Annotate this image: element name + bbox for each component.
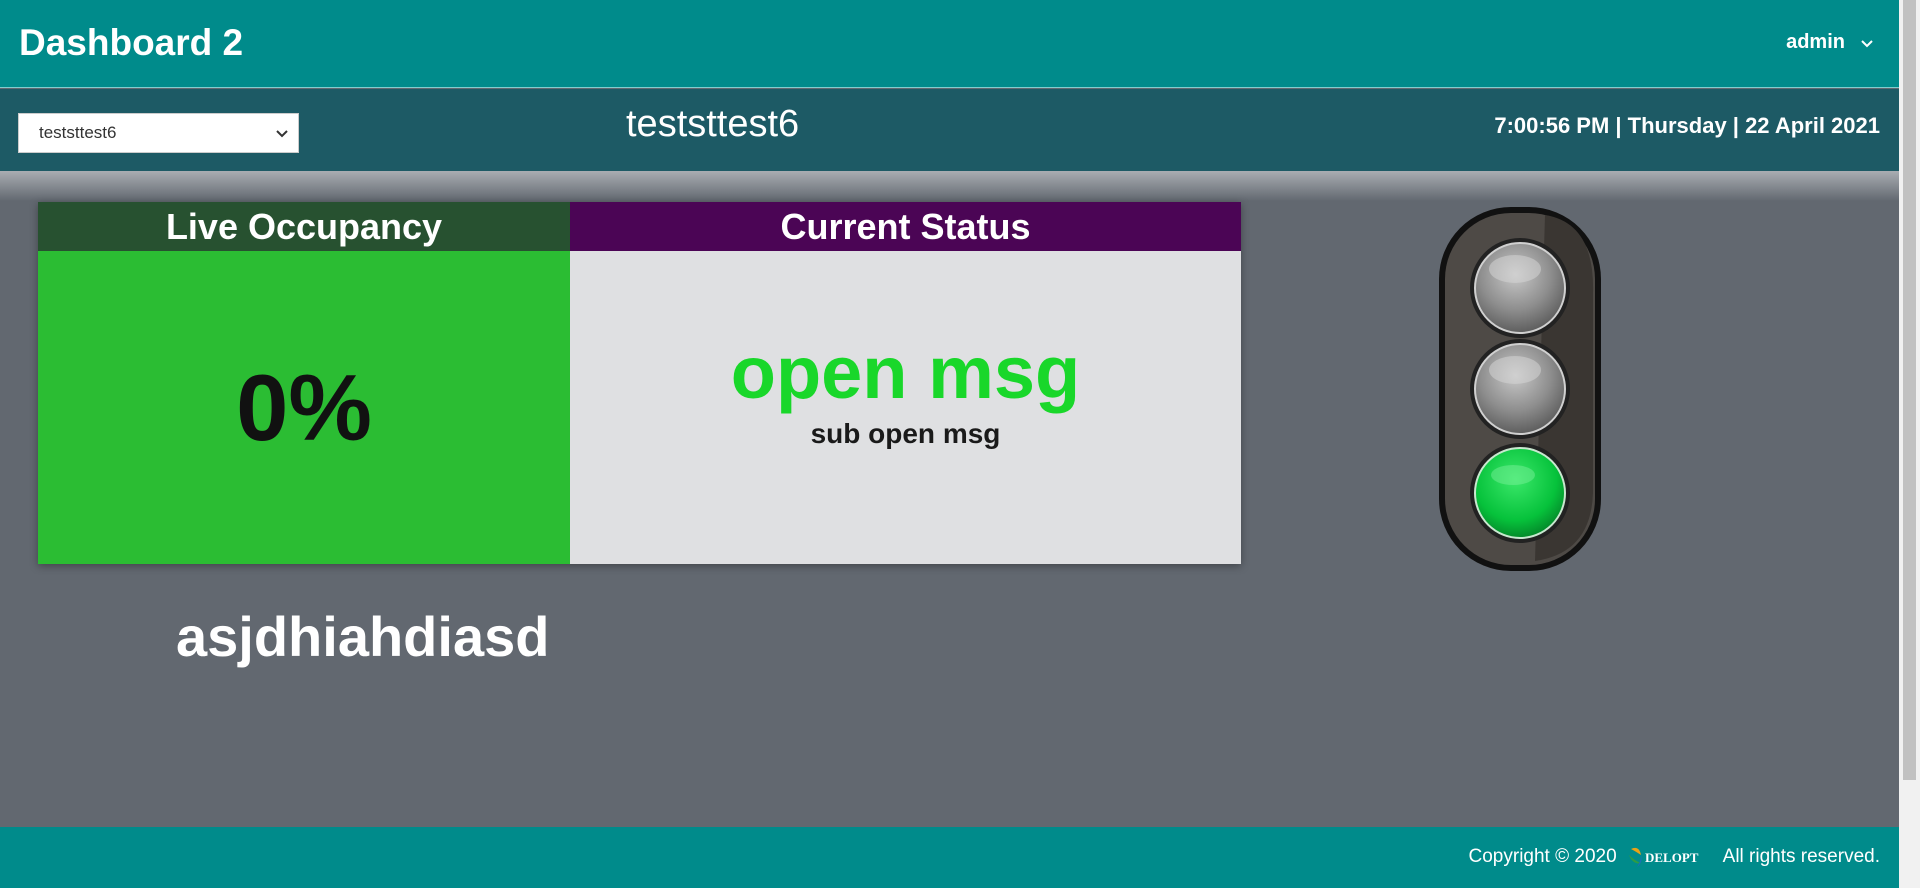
page-title: Dashboard 2	[19, 22, 244, 63]
site-name: teststtest6	[626, 103, 800, 145]
copyright: Copyright © 2020 DELOPT All rights reser…	[1469, 843, 1880, 871]
free-text-message: asjdhiahdiasd	[176, 605, 550, 668]
live-occupancy-body: 0%	[38, 251, 570, 564]
scrollbar-thumb[interactable]	[1903, 0, 1916, 780]
user-menu[interactable]: admin	[1786, 31, 1877, 54]
top-bar: Dashboard 2 admin	[0, 0, 1899, 88]
copyright-text: Copyright © 2020	[1468, 846, 1617, 867]
footer: Copyright © 2020 DELOPT All rights reser…	[0, 827, 1899, 888]
occupancy-value: 0%	[236, 354, 372, 460]
user-name: admin	[1786, 31, 1845, 53]
logo-brand-text: DELOPT	[1645, 850, 1699, 865]
delopt-logo: DELOPT	[1628, 847, 1699, 867]
info-cards: Live Occupancy 0% Current Status open ms…	[38, 202, 1241, 564]
rights-text: All rights reserved.	[1722, 846, 1880, 867]
site-select-value: teststtest6	[39, 123, 117, 142]
current-status-heading: Current Status	[570, 202, 1241, 251]
site-select[interactable]: teststtest6	[18, 113, 299, 153]
chevron-down-icon	[276, 130, 288, 138]
page-scrollbar[interactable]	[1899, 0, 1920, 888]
live-occupancy-heading: Live Occupancy	[38, 202, 570, 251]
status-sub-message: sub open msg	[810, 417, 1001, 449]
traffic-light-icon	[1439, 207, 1601, 571]
current-status-body: open msg sub open msg	[570, 251, 1241, 564]
chevron-down-icon	[1861, 39, 1873, 47]
header-shadow	[0, 171, 1899, 201]
live-occupancy-card: Live Occupancy 0%	[38, 202, 570, 564]
status-message: open msg	[730, 330, 1081, 414]
sub-header: teststtest6 teststtest6 7:00:56 PM | Thu…	[0, 89, 1899, 171]
datetime: 7:00:56 PM | Thursday | 22 April 2021	[1494, 113, 1880, 138]
current-status-card: Current Status open msg sub open msg	[570, 202, 1241, 564]
page: Dashboard 2 admin teststtest6 teststtest…	[0, 0, 1899, 888]
